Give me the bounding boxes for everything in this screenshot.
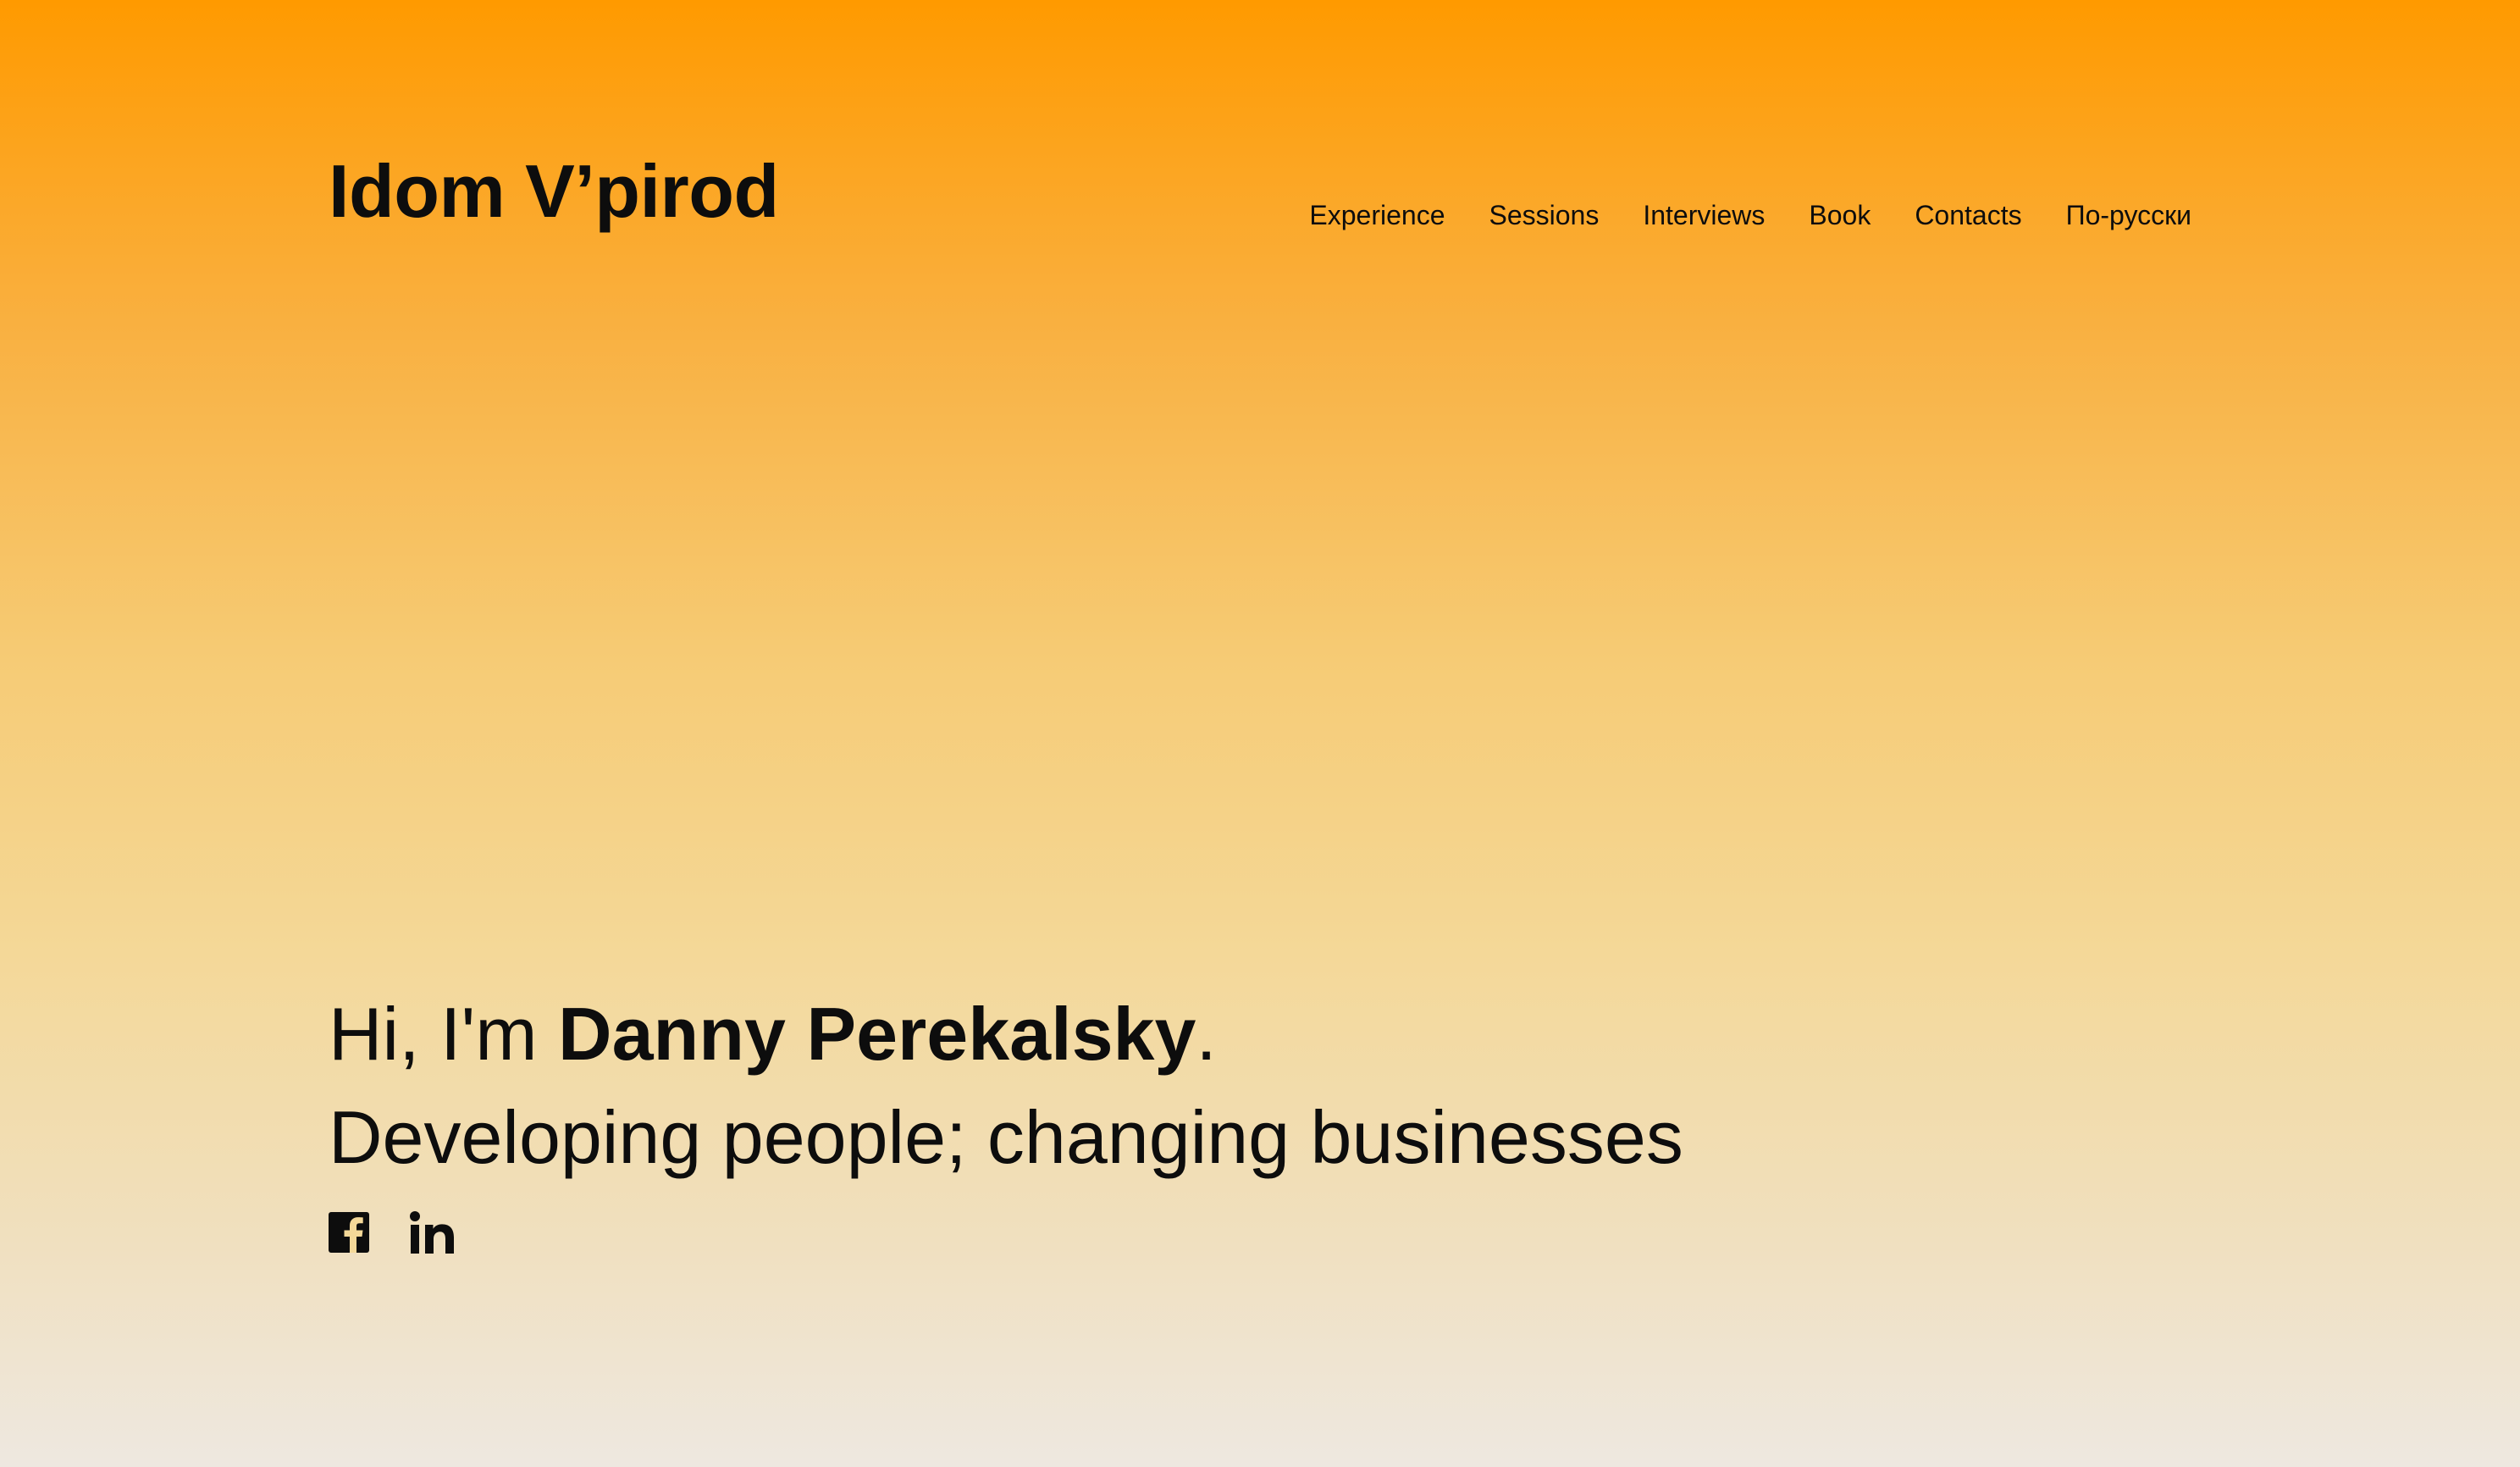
nav-experience[interactable]: Experience — [1309, 202, 1445, 229]
linkedin-icon — [410, 1211, 454, 1254]
facebook-icon — [329, 1212, 369, 1253]
facebook-link[interactable] — [329, 1212, 369, 1257]
linkedin-link[interactable] — [410, 1211, 457, 1258]
greeting-period: . — [1196, 992, 1217, 1076]
nav-contacts[interactable]: Contacts — [1915, 202, 2021, 229]
nav-interviews[interactable]: Interviews — [1643, 202, 1765, 229]
nav-sessions[interactable]: Sessions — [1489, 202, 1599, 229]
greeting-text: Hi, I'm — [329, 992, 559, 1076]
nav-language-russian[interactable]: По-русски — [2066, 202, 2191, 229]
hero-name: Danny Perekalsky — [558, 992, 1196, 1076]
hero-tagline: Developing people; changing businesses — [329, 1095, 1683, 1179]
social-links — [329, 1211, 457, 1258]
site-logo[interactable]: Idom V’pirod — [329, 154, 779, 229]
hero-greeting: Hi, I'm Danny Perekalsky. — [329, 983, 1683, 1086]
nav-book[interactable]: Book — [1809, 202, 1871, 229]
main-nav: Experience Sessions Interviews Book Cont… — [1309, 202, 2191, 229]
hero: Hi, I'm Danny Perekalsky. Developing peo… — [329, 983, 1683, 1189]
